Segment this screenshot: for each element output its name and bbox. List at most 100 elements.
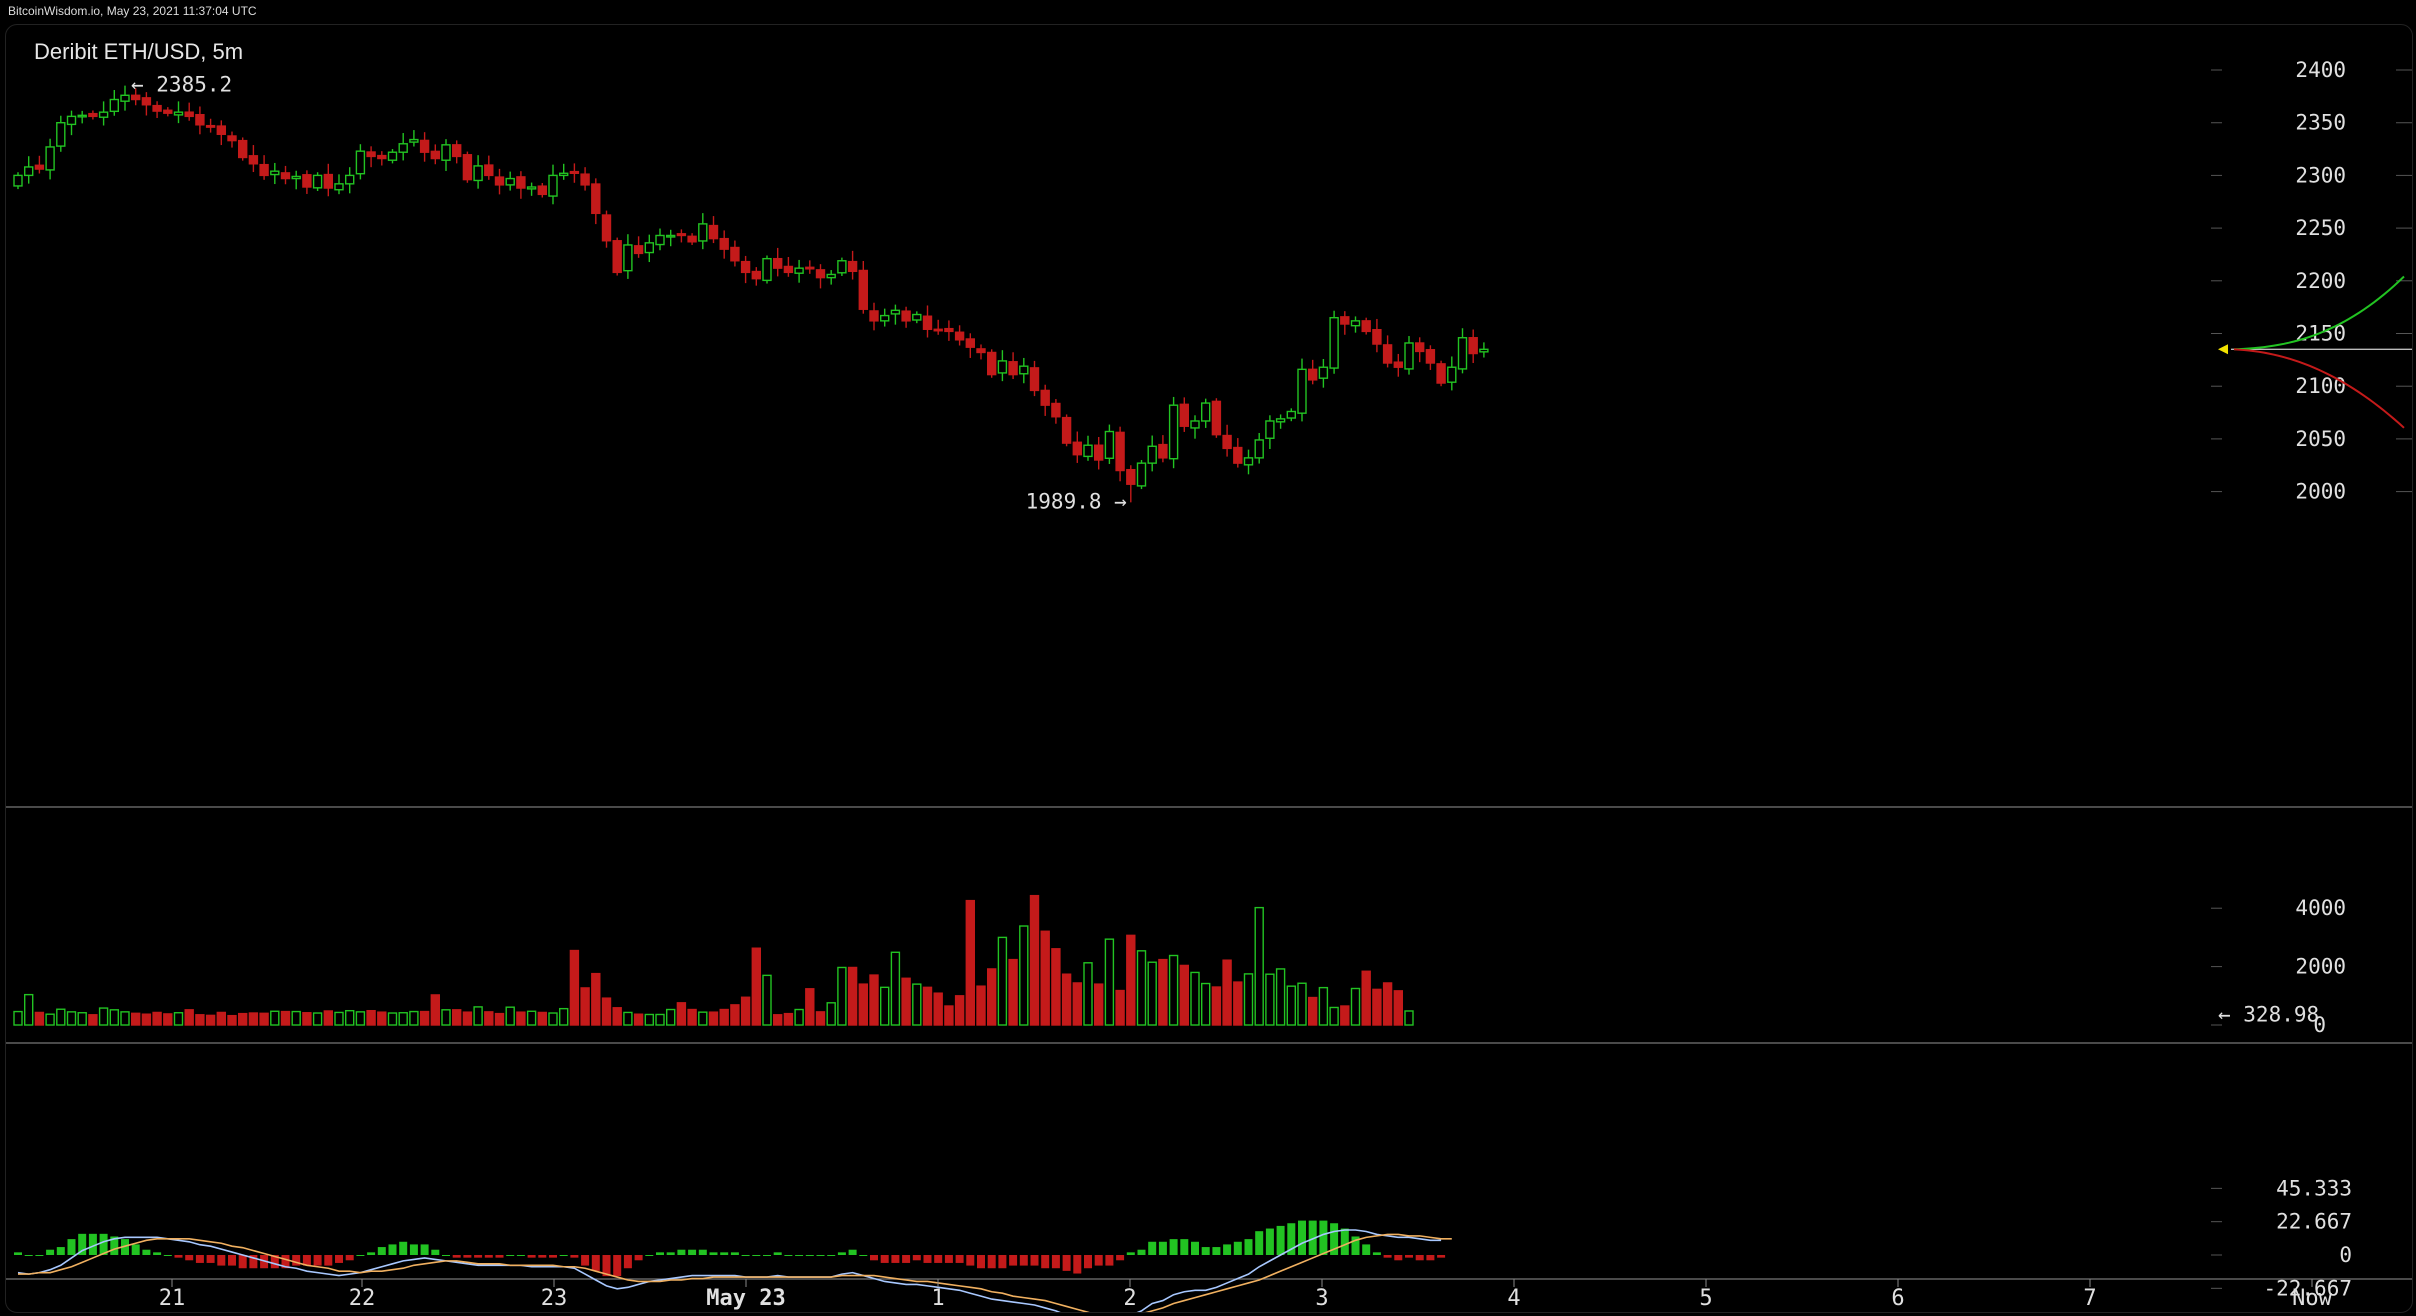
candle-body — [141, 97, 152, 106]
candle-body — [730, 246, 740, 262]
macd-histogram-bar — [763, 1255, 771, 1256]
volume-bar — [751, 947, 761, 1026]
macd-histogram-bar — [335, 1255, 343, 1263]
macd-histogram-bar — [955, 1255, 964, 1263]
macd-histogram-bar — [1394, 1255, 1403, 1261]
price-chart[interactable]: 200020502100215022002250230023502400← 23… — [6, 25, 2412, 1312]
macd-histogram-bar — [1105, 1255, 1114, 1266]
candle-body — [441, 144, 451, 161]
candle-body — [537, 185, 547, 196]
macd-histogram-bar — [848, 1249, 857, 1255]
y-tick-label: 2200 — [2295, 269, 2346, 293]
macd-histogram-bar — [474, 1255, 483, 1258]
volume-bar — [355, 1011, 366, 1026]
volume-bar — [1265, 973, 1275, 1026]
candle-body — [1254, 439, 1264, 459]
volume-bar — [334, 1011, 344, 1026]
candle-body — [345, 174, 355, 185]
candle-body — [366, 151, 376, 158]
candle-body — [1425, 349, 1436, 364]
volume-bar — [623, 1011, 633, 1026]
candle-body — [676, 233, 687, 237]
volume-bar — [805, 988, 815, 1026]
macd-histogram-bar — [677, 1249, 686, 1255]
macd-histogram-bar — [1372, 1252, 1381, 1255]
candle-body — [312, 174, 323, 189]
volume-bar — [869, 974, 879, 1026]
candle-body — [1126, 468, 1136, 485]
macd-histogram-bar — [666, 1252, 675, 1255]
macd-histogram-bar — [377, 1247, 386, 1255]
x-tick-label: 2 — [1123, 1286, 1136, 1311]
candle-body — [858, 269, 868, 310]
candle-body — [1222, 434, 1232, 450]
volume-bar — [77, 1012, 87, 1026]
macd-histogram-bar — [313, 1255, 322, 1266]
volume-bar — [1211, 986, 1222, 1026]
candle-body — [1286, 410, 1297, 419]
macd-histogram-bar — [399, 1241, 408, 1255]
macd-histogram-bar — [741, 1255, 750, 1256]
volume-bar — [537, 1011, 547, 1026]
macd-histogram-bar — [880, 1255, 889, 1263]
macd-histogram-bar — [1233, 1241, 1242, 1255]
macd-histogram-bar — [324, 1255, 333, 1266]
volume-bar — [1382, 982, 1393, 1026]
volume-bar — [345, 1009, 355, 1026]
volume-bar — [1061, 973, 1072, 1026]
macd-histogram-bar — [591, 1255, 600, 1271]
volume-bar — [98, 1007, 109, 1026]
macd-histogram-bar — [153, 1252, 162, 1255]
macd-histogram-bar — [730, 1252, 739, 1255]
candle-body — [815, 269, 826, 279]
macd-histogram-bar — [1126, 1252, 1135, 1255]
candle-body — [1318, 366, 1329, 379]
volume-bar — [1318, 986, 1329, 1026]
volume-bar — [430, 994, 440, 1026]
macd-histogram-bar — [452, 1255, 461, 1258]
volume-bar — [1307, 996, 1318, 1026]
macd-histogram-bar — [1084, 1255, 1092, 1269]
y-tick-label: 2400 — [2295, 58, 2346, 82]
macd-histogram-bar — [527, 1255, 536, 1258]
candle-body — [216, 125, 227, 135]
candle-body — [184, 111, 194, 118]
macd-histogram-bar — [1051, 1255, 1060, 1269]
y-tick-label: 2300 — [2295, 163, 2346, 187]
macd-histogram-bar — [1405, 1255, 1413, 1258]
macd-histogram-bar — [217, 1255, 226, 1266]
volume-bar — [452, 1009, 462, 1026]
candle-body — [227, 135, 237, 142]
macd-histogram-bar — [1276, 1225, 1285, 1255]
volume-bar — [933, 992, 943, 1026]
volume-bar — [473, 1006, 483, 1026]
last-volume-label: ← 328.98 — [2218, 1002, 2319, 1026]
volume-tick-label: 2000 — [2295, 955, 2346, 979]
candle-body — [944, 327, 954, 333]
macd-histogram-bar — [14, 1252, 22, 1255]
macd-histogram-bar — [228, 1255, 236, 1266]
volume-bar — [666, 1008, 676, 1026]
volume-bar — [1190, 971, 1200, 1026]
candle-body — [473, 165, 483, 182]
candle-body — [291, 175, 301, 180]
volume-bar — [601, 997, 612, 1026]
candle-body — [1029, 367, 1040, 392]
macd-histogram-bar — [934, 1255, 943, 1263]
candle-body — [1265, 420, 1275, 439]
candle-body — [1350, 320, 1361, 327]
candle-body — [409, 138, 419, 143]
volume-bar — [1329, 1006, 1339, 1026]
candle-body — [323, 173, 333, 189]
volume-bar — [1254, 906, 1264, 1026]
macd-histogram-bar — [431, 1249, 440, 1255]
candle-body — [740, 260, 751, 274]
volume-bar — [1051, 948, 1061, 1026]
volume-bar — [1019, 925, 1029, 1026]
candle-body — [687, 235, 697, 243]
macd-histogram-bar — [185, 1255, 194, 1261]
candle-body — [719, 237, 729, 250]
volume-bar — [259, 1012, 269, 1026]
volume-bar — [13, 1010, 23, 1026]
macd-histogram-bar — [837, 1252, 846, 1255]
